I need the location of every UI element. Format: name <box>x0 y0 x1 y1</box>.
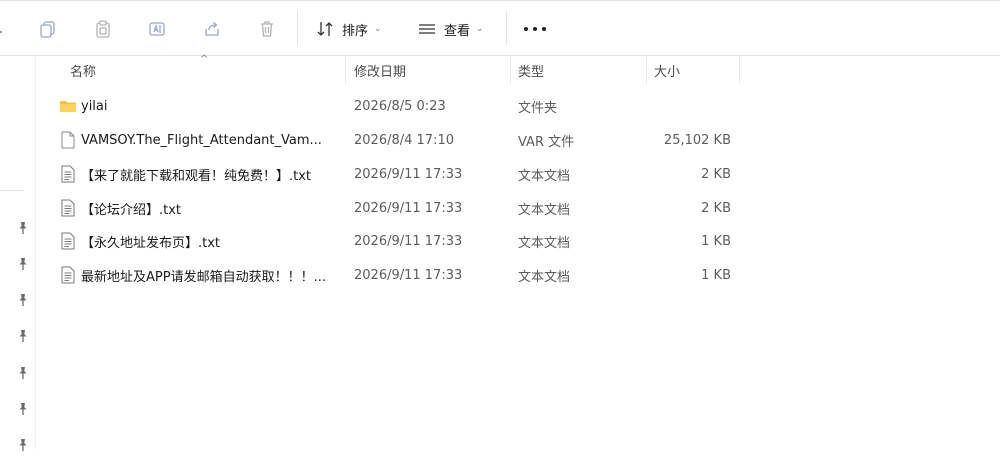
file-name: 最新地址及APP请发邮箱自动获取！！！... <box>81 269 326 285</box>
view-label: 查看 <box>444 23 471 39</box>
nav-divider <box>0 190 24 191</box>
folder-icon <box>58 89 78 123</box>
toolbar-separator <box>297 11 298 45</box>
chevron-down-icon: ⌄ <box>476 24 484 34</box>
file-date: 2026/9/11 17:33 <box>354 166 463 182</box>
column-header-name[interactable]: 名称 <box>70 56 340 84</box>
sort-button[interactable]: 排序 ⌄ <box>315 16 382 42</box>
column-divider[interactable] <box>345 56 346 84</box>
text-file-icon <box>58 157 78 191</box>
file-row[interactable]: VAMSOY.The_Flight_Attendant_Vam... 2026/… <box>52 123 742 157</box>
file-name: 【来了就能下载和观看！纯免费！】.txt <box>81 168 312 184</box>
file-date: 2026/9/11 17:33 <box>354 233 463 249</box>
column-header-date[interactable]: 修改日期 <box>354 56 504 84</box>
column-divider[interactable] <box>646 56 647 84</box>
file-type: VAR 文件 <box>518 134 575 150</box>
navigation-pane <box>0 56 36 451</box>
column-name-label: 名称 <box>70 64 97 80</box>
left-edge-marker <box>0 31 2 33</box>
column-divider[interactable] <box>739 56 740 84</box>
pin-icon[interactable] <box>16 220 30 234</box>
file-icon <box>58 123 78 157</box>
toolbar-separator <box>506 11 507 45</box>
command-bar: 排序 ⌄ 查看 ⌄ <box>0 1 1000 56</box>
share-icon[interactable] <box>200 17 224 41</box>
file-row[interactable]: 【论坛介绍】.txt 2026/9/11 17:33 文本文档 2 KB <box>52 191 742 225</box>
sort-icon <box>317 22 333 36</box>
pin-icon[interactable] <box>16 365 30 379</box>
file-size: 2 KB <box>701 200 731 216</box>
column-header-size[interactable]: 大小 <box>654 56 734 84</box>
file-name: 【论坛介绍】.txt <box>81 202 182 218</box>
pin-icon[interactable] <box>16 292 30 306</box>
file-row[interactable]: 【永久地址发布页】.txt 2026/9/11 17:33 文本文档 1 KB <box>52 224 742 258</box>
file-row[interactable]: 最新地址及APP请发邮箱自动获取！！！... 2026/9/11 17:33 文… <box>52 258 742 292</box>
chevron-down-icon: ⌄ <box>374 24 382 34</box>
pin-icon[interactable] <box>16 256 30 270</box>
column-header-type[interactable]: 类型 <box>518 56 638 84</box>
text-file-icon <box>58 258 78 292</box>
paste-icon[interactable] <box>91 17 115 41</box>
copy-icon[interactable] <box>36 17 60 41</box>
file-type: 文本文档 <box>518 168 571 184</box>
file-type: 文本文档 <box>518 235 571 251</box>
file-date: 2026/8/5 0:23 <box>354 98 446 114</box>
view-button[interactable]: 查看 ⌄ <box>417 16 484 42</box>
pin-icon[interactable] <box>16 328 30 342</box>
file-date: 2026/8/4 17:10 <box>354 132 454 148</box>
file-size: 1 KB <box>701 267 731 283</box>
file-date: 2026/9/11 17:33 <box>354 200 463 216</box>
file-row[interactable]: 【来了就能下载和观看！纯免费！】.txt 2026/9/11 17:33 文本文… <box>52 157 742 191</box>
column-size-label: 大小 <box>654 64 681 80</box>
view-icon <box>419 24 435 34</box>
column-divider[interactable] <box>510 56 511 84</box>
text-file-icon <box>58 191 78 225</box>
file-name: 【永久地址发布页】.txt <box>81 235 221 251</box>
file-size: 25,102 KB <box>663 132 731 148</box>
sort-label: 排序 <box>342 23 369 39</box>
file-date: 2026/9/11 17:33 <box>354 267 463 283</box>
delete-icon[interactable] <box>255 17 279 41</box>
file-type: 文本文档 <box>518 202 571 218</box>
file-name: VAMSOY.The_Flight_Attendant_Vam... <box>81 132 322 148</box>
file-row[interactable]: yilai 2026/8/5 0:23 文件夹 <box>52 89 742 123</box>
file-type: 文件夹 <box>518 100 558 116</box>
file-type: 文本文档 <box>518 269 571 285</box>
rename-icon[interactable] <box>145 17 169 41</box>
file-name: yilai <box>81 98 108 114</box>
column-date-label: 修改日期 <box>354 64 407 80</box>
text-file-icon <box>58 224 78 258</box>
file-size: 2 KB <box>701 166 731 182</box>
column-type-label: 类型 <box>518 64 545 80</box>
file-size <box>648 89 731 123</box>
more-icon[interactable] <box>524 27 546 33</box>
file-size: 1 KB <box>701 233 731 249</box>
pin-icon[interactable] <box>16 401 30 415</box>
